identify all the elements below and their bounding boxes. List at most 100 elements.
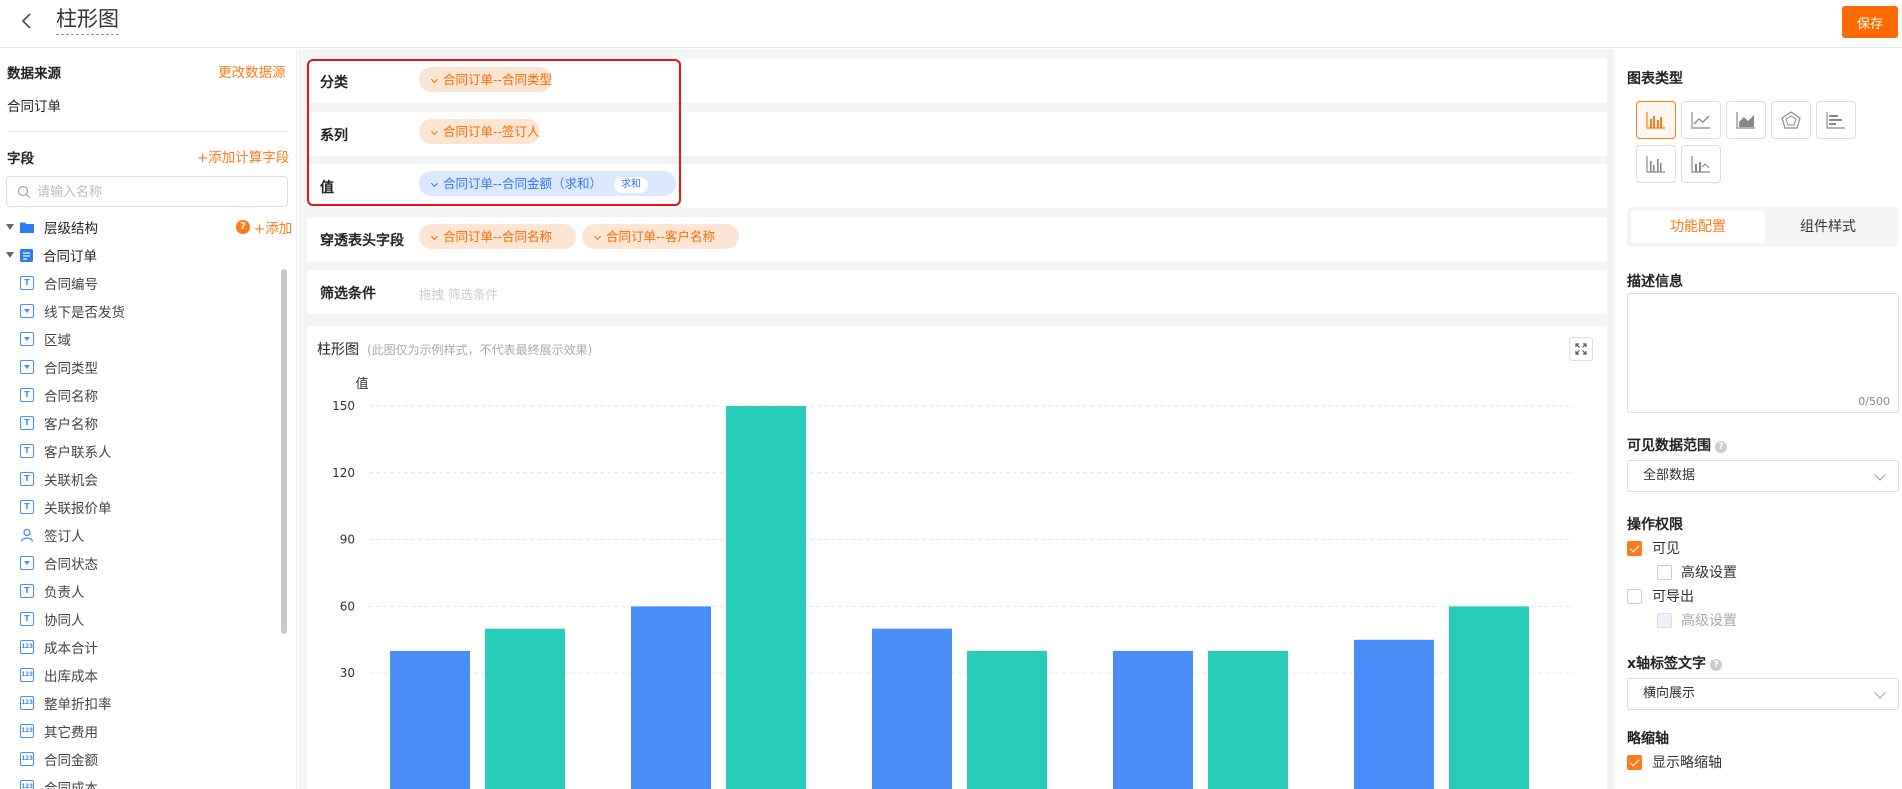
fields-label: 字段 — [7, 151, 34, 167]
field-search-input[interactable] — [37, 180, 277, 204]
description-label: 描述信息 — [1627, 274, 1683, 290]
field-item-label: 客户联系人 — [44, 445, 112, 461]
grouped-bar-icon[interactable] — [1636, 145, 1676, 183]
y-tick-label: 30 — [340, 666, 355, 680]
series-row: 系列 合同订单--签订人 — [307, 112, 1607, 156]
help-icon[interactable]: ? — [1710, 659, 1723, 671]
xaxis-label-select[interactable]: 横向展示 — [1627, 678, 1899, 710]
field-item-label: 合同名称 — [44, 389, 98, 405]
field-item[interactable]: 123 合同成本 — [20, 775, 98, 789]
field-item[interactable]: 合同类型 — [20, 355, 98, 379]
filter-dropzone[interactable]: 拖拽 筛选条件 — [419, 284, 498, 303]
datasource-name: 合同订单 — [7, 99, 61, 115]
field-item[interactable]: 123 其它费用 — [20, 719, 98, 743]
thumb-axis-label: 略缩轴 — [1627, 731, 1669, 747]
datasource-label: 数据来源 — [7, 66, 61, 82]
description-textarea[interactable]: 0/500 — [1627, 293, 1899, 413]
field-item[interactable]: 区域 — [20, 327, 71, 351]
number-field-icon: 123 — [20, 640, 34, 654]
left-scrollbar[interactable] — [281, 269, 287, 634]
series-chip[interactable]: 合同订单--签订人 — [419, 119, 540, 144]
field-item[interactable]: T 合同名称 — [20, 383, 98, 407]
help-icon[interactable]: ? — [1715, 441, 1727, 453]
tab-component-style[interactable]: 组件样式 — [1761, 211, 1895, 243]
chart-panel: 柱形图 (此图仅为示例样式，不代表最终展示效果) 值 30 60 90 120 150 — [307, 326, 1607, 789]
perm-visible-advanced-checkbox[interactable] — [1657, 565, 1672, 580]
field-item-label: 整单折扣率 — [44, 697, 112, 713]
number-field-icon: 123 — [20, 696, 34, 710]
permission-label: 操作权限 — [1627, 517, 1683, 533]
category-label: 分类 — [320, 75, 348, 91]
value-label: 值 — [320, 180, 334, 196]
field-item[interactable]: T 关联报价单 — [20, 495, 112, 519]
bar — [1449, 606, 1529, 789]
field-item[interactable]: T 关联机会 — [20, 467, 98, 491]
line-chart-icon[interactable] — [1681, 101, 1721, 139]
text-field-icon: T — [20, 276, 34, 290]
category-chip[interactable]: 合同订单--合同类型 — [419, 67, 553, 92]
series-label: 系列 — [320, 128, 348, 144]
radar-chart-icon[interactable] — [1771, 101, 1811, 139]
bar-line-icon[interactable] — [1681, 145, 1721, 183]
bar — [631, 606, 711, 789]
field-item[interactable]: 线下是否发货 — [20, 299, 125, 323]
field-item-label: 签订人 — [44, 529, 85, 545]
number-field-icon: 123 — [20, 724, 34, 738]
field-item-label: 线下是否发货 — [44, 305, 125, 321]
filter-row: 筛选条件 拖拽 筛选条件 — [307, 270, 1607, 314]
add-hierarchy-link[interactable]: +添加 — [254, 217, 292, 237]
field-item[interactable]: 123 成本合计 — [20, 635, 98, 659]
text-field-icon: T — [20, 416, 34, 430]
field-item[interactable]: T 客户名称 — [20, 411, 98, 435]
horizontal-bar-icon[interactable] — [1816, 101, 1856, 139]
help-icon[interactable]: ? — [236, 220, 250, 234]
perm-visible-checkbox[interactable] — [1627, 541, 1642, 556]
field-item[interactable]: 123 合同金额 — [20, 747, 98, 771]
thumb-axis-checkbox[interactable] — [1627, 755, 1642, 770]
perm-export-label: 可导出 — [1652, 589, 1694, 605]
drill-chip-contract-name[interactable]: 合同订单--合同名称 — [419, 224, 576, 249]
hierarchy-node[interactable]: 层级结构 — [6, 215, 98, 239]
field-item[interactable]: T 负责人 — [20, 579, 85, 603]
visible-range-select[interactable]: 全部数据 — [1627, 460, 1899, 492]
divider — [7, 131, 288, 132]
page-title[interactable]: 柱形图 — [56, 5, 119, 35]
perm-export-checkbox[interactable] — [1627, 589, 1642, 604]
field-item[interactable]: T 合同编号 — [20, 271, 98, 295]
select-field-icon — [20, 304, 34, 318]
back-arrow-icon[interactable] — [16, 8, 38, 34]
field-item[interactable]: T 协同人 — [20, 607, 85, 631]
field-item-label: 合同编号 — [44, 277, 98, 293]
add-calc-field-link[interactable]: +添加计算字段 — [197, 146, 289, 166]
field-item[interactable]: 签订人 — [20, 523, 85, 547]
hierarchy-label: 层级结构 — [44, 221, 98, 237]
save-button[interactable]: 保存 — [1842, 6, 1898, 38]
table-node[interactable]: 合同订单 — [6, 243, 97, 267]
field-item[interactable]: 123 出库成本 — [20, 663, 98, 687]
expand-caret-icon — [6, 252, 14, 258]
xaxis-label-text: x轴标签文字 — [1627, 656, 1707, 672]
bar-chart-icon[interactable] — [1636, 101, 1676, 139]
expand-caret-icon — [6, 224, 14, 230]
config-tabs: 功能配置 组件样式 — [1627, 207, 1898, 247]
filter-label: 筛选条件 — [320, 286, 376, 302]
add-hierarchy[interactable]: ? +添加 — [236, 215, 292, 239]
user-field-icon — [20, 528, 34, 542]
field-item-label: 客户名称 — [44, 417, 98, 433]
bar — [1208, 650, 1288, 789]
drill-chip-customer-name[interactable]: 合同订单--客户名称 — [582, 224, 739, 249]
drill-label: 穿透表头字段 — [320, 233, 404, 249]
area-chart-icon[interactable] — [1726, 101, 1766, 139]
field-item[interactable]: 123 整单折扣率 — [20, 691, 112, 715]
right-panel: 图表类型 功能配置 组件样式 描述信息 0/500 可见数据范围? 全部数据 操… — [1615, 49, 1902, 789]
change-datasource-link[interactable]: 更改数据源 — [218, 61, 286, 81]
field-item-label: 负责人 — [44, 585, 85, 601]
value-chip[interactable]: 合同订单--合同金额（求和） 求和 — [419, 171, 677, 196]
perm-visible-advanced-label: 高级设置 — [1681, 565, 1737, 581]
tab-function-config[interactable]: 功能配置 — [1631, 211, 1765, 243]
field-item[interactable]: 合同状态 — [20, 551, 98, 575]
thumb-axis-check-label: 显示略缩轴 — [1652, 755, 1722, 771]
perm-export-advanced-checkbox — [1657, 613, 1672, 628]
field-item[interactable]: T 客户联系人 — [20, 439, 112, 463]
value-row: 值 合同订单--合同金额（求和） 求和 — [307, 164, 1607, 208]
